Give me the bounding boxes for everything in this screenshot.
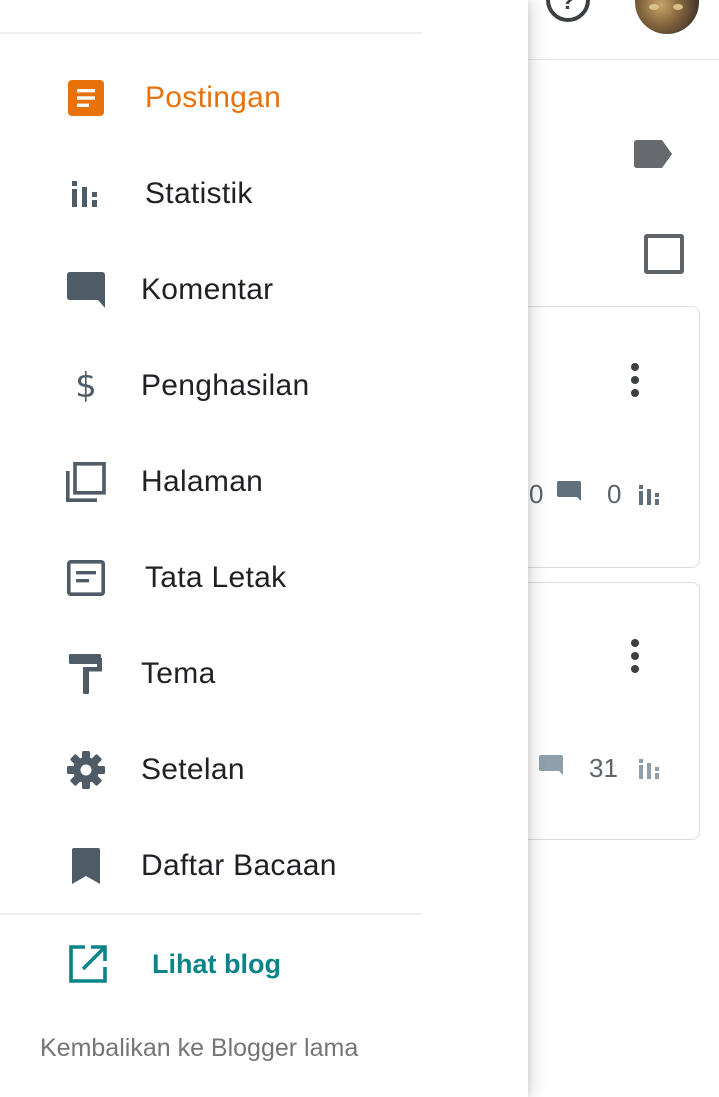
- divider: [0, 32, 422, 34]
- dollar-icon: $: [75, 366, 97, 406]
- open-in-new-icon: [68, 944, 108, 984]
- nav-item-stats[interactable]: Statistik: [0, 146, 422, 242]
- nav-item-layout[interactable]: Tata Letak: [0, 530, 422, 626]
- nav-item-label: Halaman: [141, 465, 264, 498]
- posts-icon: [66, 78, 106, 118]
- nav-item-label: Postingan: [145, 81, 282, 114]
- more-options-icon[interactable]: [631, 639, 639, 673]
- stats-icon: [639, 485, 659, 505]
- revert-to-legacy-blogger-link[interactable]: Kembalikan ke Blogger lama: [40, 1034, 358, 1063]
- paint-roller-icon: [66, 654, 106, 694]
- stats-icon: [66, 174, 106, 214]
- pages-icon: [66, 462, 106, 502]
- bookmark-icon: [66, 846, 106, 886]
- nav-item-label: Setelan: [141, 753, 245, 786]
- view-count: 0: [607, 479, 622, 509]
- nav-item-label: Komentar: [141, 273, 274, 306]
- comment-icon: [557, 481, 581, 501]
- nav-item-label: Tata Letak: [145, 561, 287, 594]
- nav-item-comments[interactable]: Komentar: [0, 242, 422, 338]
- navigation-drawer: Postingan Statistik Komentar $ Penghasil…: [0, 0, 528, 1097]
- post-card[interactable]: 31: [520, 582, 700, 840]
- comment-icon: [66, 270, 106, 310]
- nav-item-label: Penghasilan: [141, 369, 310, 402]
- view-blog-label: Lihat blog: [152, 949, 281, 979]
- nav-item-settings[interactable]: Setelan: [0, 722, 422, 818]
- layout-icon: [66, 558, 106, 598]
- nav-item-label: Statistik: [145, 177, 253, 210]
- stats-icon: [639, 759, 659, 779]
- nav-item-posts[interactable]: Postingan: [0, 50, 422, 146]
- more-options-icon[interactable]: [631, 363, 639, 397]
- divider: [0, 913, 422, 915]
- view-count: 31: [589, 753, 618, 783]
- nav-item-reading-list[interactable]: Daftar Bacaan: [0, 818, 422, 914]
- comment-icon: [539, 755, 563, 775]
- nav-item-label: Daftar Bacaan: [141, 849, 337, 882]
- nav-item-pages[interactable]: Halaman: [0, 434, 422, 530]
- nav-item-earnings[interactable]: $ Penghasilan: [0, 338, 422, 434]
- select-all-checkbox[interactable]: [644, 234, 684, 274]
- post-card[interactable]: 0 0: [520, 306, 700, 568]
- gear-icon: [66, 750, 106, 790]
- nav-item-theme[interactable]: Tema: [0, 626, 422, 722]
- nav-item-label: Tema: [141, 657, 216, 690]
- view-blog-link[interactable]: Lihat blog: [0, 918, 422, 1010]
- label-icon[interactable]: [634, 140, 672, 168]
- comment-count: 0: [529, 479, 544, 509]
